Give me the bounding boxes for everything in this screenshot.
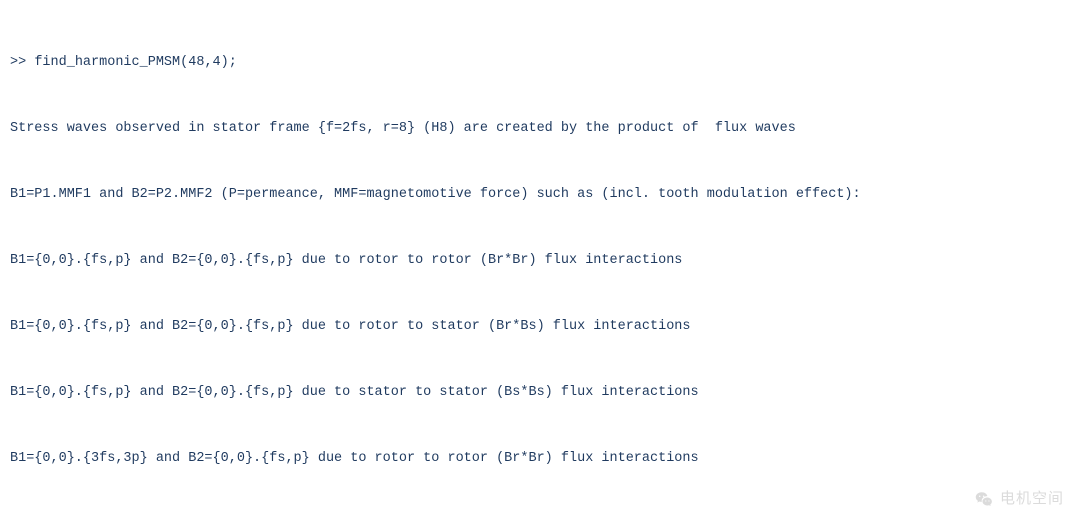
- command-text: find_harmonic_PMSM(48,4);: [34, 55, 237, 70]
- output-line: B1=P1.MMF1 and B2=P2.MMF2 (P=permeance, …: [10, 184, 1070, 206]
- watermark: 电机空间: [974, 488, 1064, 510]
- output-line: B1={0,0}.{fs,p} and B2={0,0}.{fs,p} due …: [10, 382, 1070, 404]
- wechat-icon: [974, 489, 994, 509]
- output-line: B1={0,0}.{fs,p} and B2={0,0}.{fs,p} due …: [10, 250, 1070, 272]
- blank-line: [10, 514, 1070, 524]
- prompt: >>: [10, 55, 26, 70]
- command-line[interactable]: >> find_harmonic_PMSM(48,4);: [10, 52, 1070, 74]
- command-output-terminal: >> find_harmonic_PMSM(48,4); Stress wave…: [0, 0, 1080, 524]
- watermark-text: 电机空间: [1000, 488, 1064, 510]
- output-line: B1={0,0}.{3fs,3p} and B2={0,0}.{fs,p} du…: [10, 448, 1070, 470]
- output-line: B1={0,0}.{fs,p} and B2={0,0}.{fs,p} due …: [10, 316, 1070, 338]
- output-line: Stress waves observed in stator frame {f…: [10, 118, 1070, 140]
